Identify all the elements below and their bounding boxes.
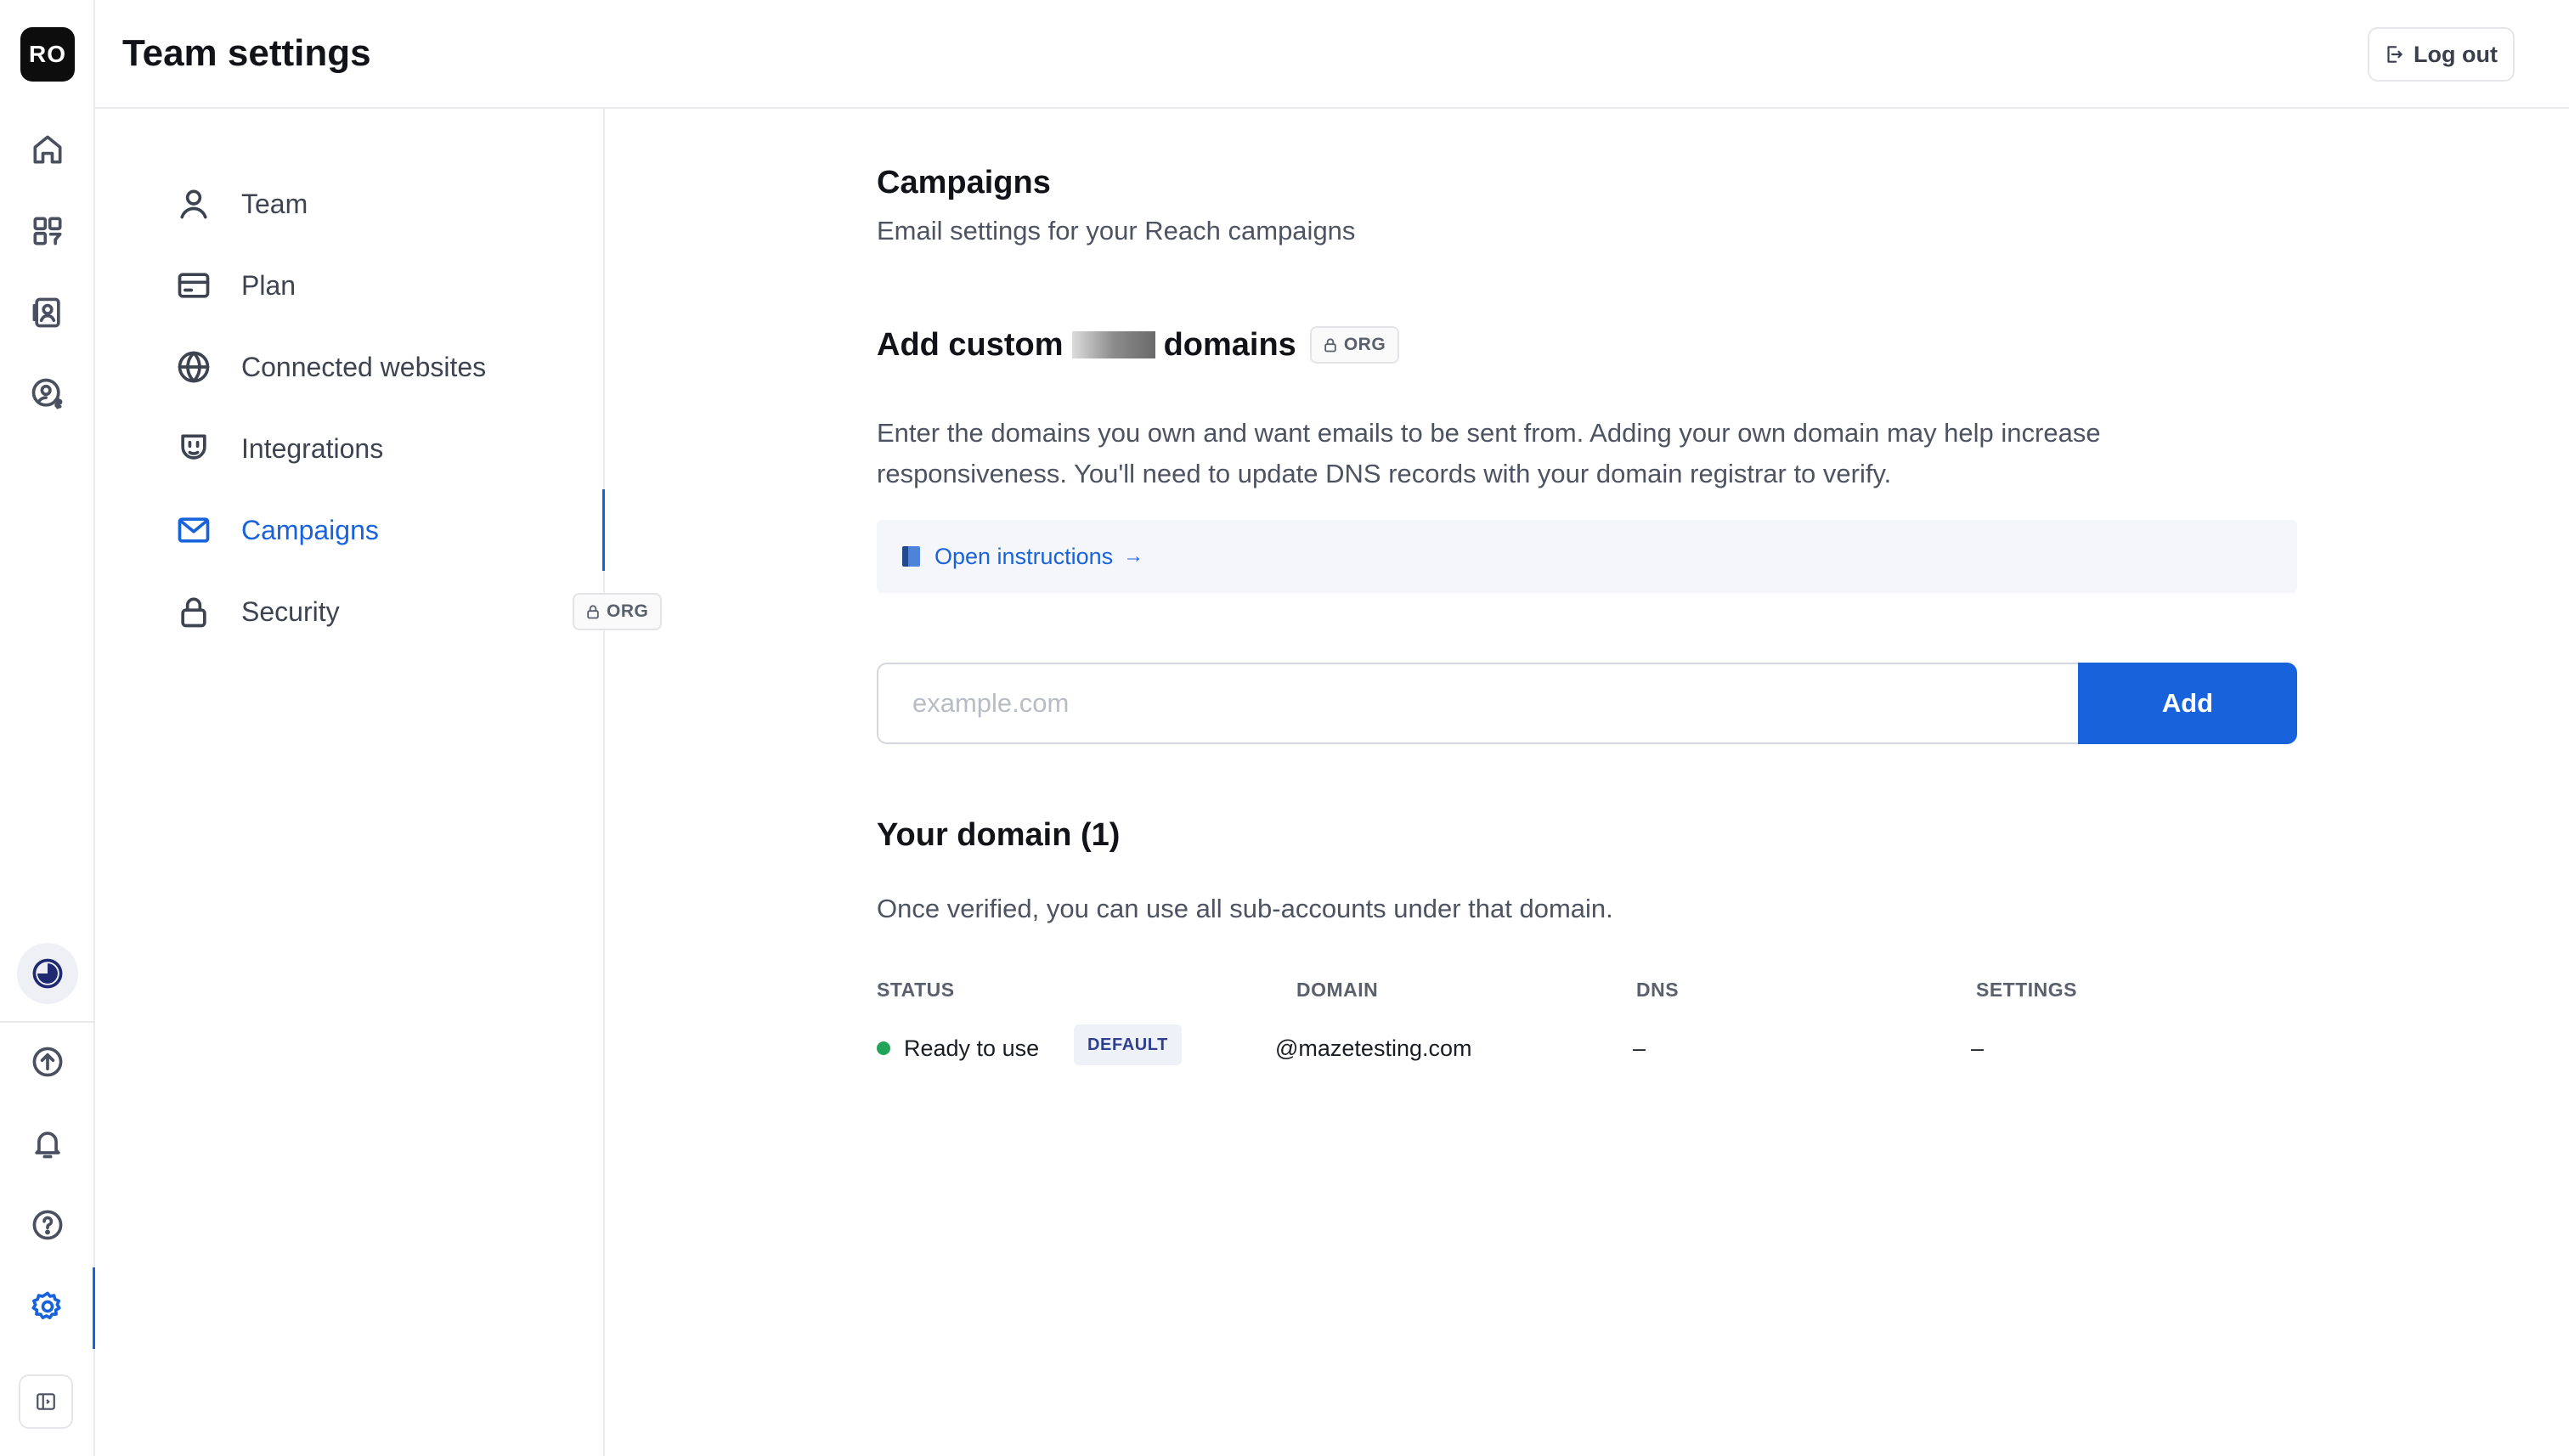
contacts-icon[interactable] [20,285,75,340]
book-icon [902,546,921,567]
default-badge: DEFAULT [1074,1024,1182,1065]
section-title: Campaigns [877,165,1051,200]
lock-icon [175,593,212,630]
logout-icon [2387,46,2402,63]
settings-cell: – [1971,1035,1985,1061]
app-rail: RO [0,0,95,1456]
arrow-right-icon: → [1123,545,1144,567]
your-domains-subtitle: Once verified, you can use all sub-accou… [877,894,1613,923]
custom-domains-title-part1: Add custom [877,326,1064,363]
help-icon[interactable] [20,1198,75,1252]
custom-domains-heading: Add custom domains ORG [877,326,1400,364]
status-dot [877,1041,890,1055]
home-icon[interactable] [20,122,75,177]
bell-icon[interactable] [20,1116,75,1171]
settings-nav: Team Plan Connected websites Integration… [95,109,663,1456]
nav-active-indicator [602,489,605,571]
custom-domains-title-part2: domains [1163,326,1296,363]
upgrade-icon[interactable] [20,1035,75,1089]
avatar[interactable]: RO [20,27,75,82]
column-header-settings: SETTINGS [1976,979,2078,1001]
logout-button[interactable]: Log out [2368,27,2515,82]
logout-label: Log out [2414,41,2498,67]
redacted-text [1071,331,1155,358]
column-header-status: STATUS [877,979,955,1001]
org-badge: ORG [1309,326,1400,364]
status-cell: Ready to use [877,1030,1039,1067]
sidebar-item-label: Campaigns [241,514,379,545]
rail-divider [0,1021,93,1023]
column-header-domain: DOMAIN [1296,979,1379,1001]
sidebar-item-plan[interactable]: Plan [175,245,668,326]
globe-icon [175,348,212,386]
sidebar-item-label: Team [241,188,308,219]
sidebar-item-label: Plan [241,269,296,301]
page-header: Team settings Log out [95,0,2569,109]
credit-card-icon [175,267,212,304]
sidebar-item-integrations[interactable]: Integrations [175,408,668,489]
sidebar-item-security[interactable]: Security ORG [175,571,668,652]
add-domain-button[interactable]: Add [2078,663,2297,744]
gear-icon[interactable] [20,1279,75,1334]
your-domains-title: Your domain (1) [877,817,1121,853]
domain-cell: @mazetesting.com [1275,1035,1472,1061]
user-icon [175,185,212,223]
dns-cell: – [1633,1035,1646,1061]
org-badge-label: ORG [1343,335,1386,354]
org-badge: ORG [573,593,663,630]
sidebar-item-team[interactable]: Team [175,163,668,245]
custom-domains-description: Enter the domains you own and want email… [877,418,2101,488]
plug-icon [175,430,212,467]
page-title: Team settings [122,32,371,74]
sidebar-item-label: Connected websites [241,351,487,382]
open-instructions-link[interactable]: Open instructions → [877,520,2297,593]
sidebar-item-label: Integrations [241,432,384,464]
mail-icon [175,511,212,549]
section-subtitle: Email settings for your Reach campaigns [877,216,1356,245]
lock-icon [1324,338,1336,353]
lock-icon [587,605,599,619]
sidebar-item-label: Security [241,595,340,627]
user-money-icon[interactable] [20,367,75,421]
column-header-dns: DNS [1636,979,1680,1001]
status-text: Ready to use [904,1035,1040,1061]
app: RO Team settings Log out Team Plan Conne… [0,0,2569,1456]
sidebar-item-connected-websites[interactable]: Connected websites [175,326,668,408]
sidebar-item-campaigns[interactable]: Campaigns [175,489,668,571]
apps-icon[interactable] [20,204,75,258]
collapse-sidebar-icon[interactable] [19,1374,73,1429]
timer-icon[interactable] [17,943,78,1004]
domain-input[interactable] [877,663,2080,744]
org-badge-label: ORG [607,601,649,621]
open-instructions-label: Open instructions [934,543,1114,569]
